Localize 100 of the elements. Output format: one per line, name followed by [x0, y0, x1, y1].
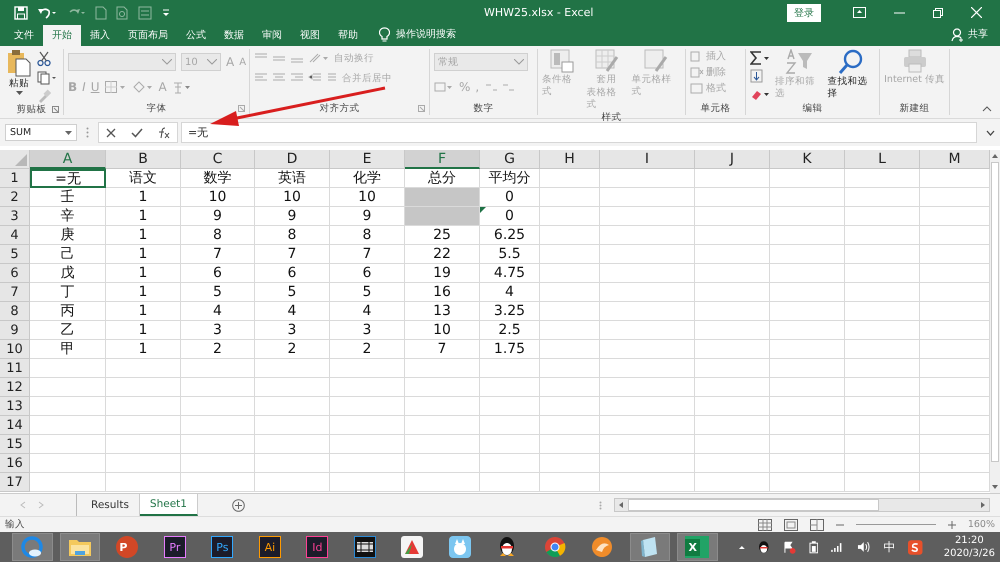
column-header[interactable]: G: [480, 150, 540, 169]
insert-function-icon[interactable]: [158, 126, 170, 138]
paste-button[interactable]: 粘贴: [6, 49, 32, 95]
film-icon[interactable]: [354, 536, 376, 558]
collapse-ribbon-icon[interactable]: [982, 106, 992, 112]
share-button[interactable]: 共享: [964, 27, 1000, 46]
form-icon[interactable]: [138, 6, 152, 20]
tell-me-search[interactable]: 操作说明搜索: [396, 27, 456, 46]
column-header[interactable]: E: [330, 150, 405, 169]
new-file-icon[interactable]: [95, 6, 107, 20]
scissors-icon[interactable]: [37, 51, 51, 67]
ribbon-tab[interactable]: 审阅: [253, 25, 291, 46]
chrome-icon[interactable]: [544, 536, 566, 558]
column-header[interactable]: A: [30, 150, 106, 169]
column-header[interactable]: J: [695, 150, 770, 169]
ribbon-tab[interactable]: 开始: [43, 25, 81, 46]
app-icon[interactable]: [591, 536, 614, 558]
input-method-indicator[interactable]: 中: [883, 538, 896, 556]
row-header[interactable]: 2: [0, 188, 30, 207]
row-header[interactable]: 16: [0, 454, 30, 473]
ribbon-display-icon[interactable]: [853, 7, 866, 18]
customize-caret-icon[interactable]: [161, 8, 171, 18]
print-preview-icon[interactable]: [116, 6, 129, 20]
restore-icon[interactable]: [933, 8, 943, 18]
ribbon-tab[interactable]: 公式: [177, 25, 215, 46]
row-header[interactable]: 3: [0, 207, 30, 226]
page-break-icon[interactable]: [810, 518, 824, 530]
input-method-icon[interactable]: [908, 540, 923, 554]
row-header[interactable]: 11: [0, 359, 30, 378]
column-header[interactable]: K: [770, 150, 845, 169]
search-icon[interactable]: [838, 49, 864, 75]
add-sheet-icon[interactable]: [232, 498, 245, 512]
minimize-icon[interactable]: [894, 12, 905, 14]
clock-time[interactable]: 21:20: [954, 534, 984, 547]
undo-icon[interactable]: [37, 6, 57, 20]
ribbon-tab[interactable]: 页面布局: [119, 25, 177, 46]
row-header[interactable]: 1: [0, 169, 30, 188]
app-icon[interactable]: [448, 536, 471, 558]
row-header[interactable]: 12: [0, 378, 30, 397]
formula-field[interactable]: =无: [181, 122, 977, 143]
row-header[interactable]: 10: [0, 340, 30, 359]
sheet-tab[interactable]: Sheet1: [140, 494, 198, 516]
row-header[interactable]: 17: [0, 473, 30, 492]
cancel-icon[interactable]: [106, 128, 116, 138]
row-header[interactable]: 9: [0, 321, 30, 340]
scroll-up-icon[interactable]: [990, 152, 1000, 160]
taskbar-button[interactable]: Ps: [202, 533, 243, 561]
battery-icon[interactable]: [808, 540, 818, 554]
close-icon[interactable]: [971, 7, 982, 18]
column-header[interactable]: F: [405, 150, 480, 169]
scroll-right-icon[interactable]: [979, 501, 987, 509]
row-header[interactable]: 7: [0, 283, 30, 302]
app-icon[interactable]: [401, 536, 424, 558]
enter-icon[interactable]: [130, 128, 143, 138]
flag-icon[interactable]: [783, 540, 796, 554]
presentation-app-icon[interactable]: P: [116, 536, 138, 558]
ribbon-tab[interactable]: 插入: [81, 25, 119, 46]
column-header[interactable]: D: [255, 150, 330, 169]
taskbar-button[interactable]: Pr: [154, 533, 196, 561]
row-header[interactable]: 14: [0, 416, 30, 435]
spreadsheet-app-icon[interactable]: X: [685, 536, 710, 558]
horizontal-scrollbar[interactable]: [614, 498, 990, 512]
column-header[interactable]: I: [600, 150, 695, 169]
taskbar-button[interactable]: Id: [297, 533, 338, 561]
column-header[interactable]: M: [920, 150, 990, 169]
app-icon[interactable]: Pr: [164, 536, 186, 558]
dialog-launcher-icon[interactable]: [52, 106, 59, 113]
scrollbar-thumb[interactable]: [628, 499, 879, 511]
app-icon[interactable]: Ai: [258, 536, 281, 558]
folder-icon[interactable]: [68, 537, 92, 557]
column-header[interactable]: H: [540, 150, 600, 169]
taskbar-button[interactable]: Ai: [250, 533, 290, 561]
speaker-icon[interactable]: [856, 541, 870, 553]
taskbar-button[interactable]: X: [677, 533, 718, 561]
row-header[interactable]: 13: [0, 397, 30, 416]
normal-view-icon[interactable]: [758, 518, 772, 530]
ribbon-tab[interactable]: 帮助: [329, 25, 367, 46]
page-layout-icon[interactable]: [784, 518, 798, 530]
row-header[interactable]: 5: [0, 245, 30, 264]
row-header[interactable]: 8: [0, 302, 30, 321]
copy-icon[interactable]: [37, 71, 57, 85]
scrollbar-thumb[interactable]: [991, 162, 999, 462]
login-button[interactable]: 登录: [787, 4, 821, 22]
app-icon[interactable]: Ps: [211, 536, 234, 558]
clock-date[interactable]: 2020/3/26: [944, 547, 995, 560]
caret-icon[interactable]: [65, 130, 72, 134]
expand-caret-icon[interactable]: [986, 130, 995, 136]
signal-icon[interactable]: [831, 542, 844, 552]
caret-icon[interactable]: [16, 91, 22, 95]
zoom-in-icon[interactable]: [948, 520, 956, 528]
scroll-down-icon[interactable]: [990, 483, 1000, 491]
ribbon-tab[interactable]: 数据: [215, 25, 253, 46]
tray-arrow-icon[interactable]: [738, 544, 746, 550]
column-header[interactable]: C: [181, 150, 255, 169]
penguin-icon[interactable]: [758, 540, 770, 554]
taskbar-button[interactable]: P: [107, 533, 148, 561]
ribbon-tab[interactable]: 文件: [5, 25, 43, 46]
ribbon-tab[interactable]: 视图: [291, 25, 329, 46]
find-select-button[interactable]: 查找和选择: [828, 49, 875, 100]
column-header[interactable]: L: [845, 150, 920, 169]
